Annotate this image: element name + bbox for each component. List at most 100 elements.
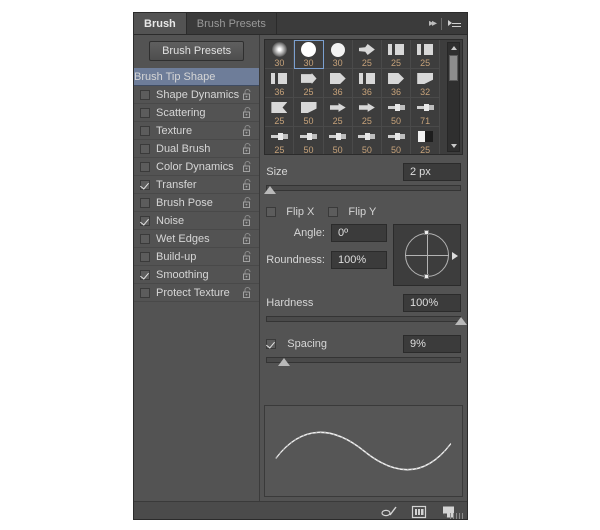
option-noise[interactable]: Noise xyxy=(134,212,260,230)
option-checkbox[interactable] xyxy=(140,125,150,136)
brush-cell[interactable]: 25 xyxy=(352,98,382,127)
hardness-slider-track[interactable] xyxy=(266,316,461,322)
option-transfer[interactable]: Transfer xyxy=(134,176,260,194)
lock-open-icon[interactable] xyxy=(243,251,252,262)
hardness-value-field[interactable]: 100% xyxy=(403,294,461,312)
flip-x-checkbox[interactable] xyxy=(266,207,277,217)
brush-cell[interactable]: 50 xyxy=(382,127,412,154)
spacing-slider-thumb[interactable] xyxy=(277,358,290,366)
brush-cell[interactable]: 50 xyxy=(353,127,382,154)
spacing-slider-track[interactable] xyxy=(266,357,461,363)
angle-roundness-dial[interactable] xyxy=(393,224,461,286)
angle-value-field[interactable]: 0º xyxy=(331,224,387,242)
brush-cell[interactable]: 50 xyxy=(324,127,353,154)
option-checkbox[interactable] xyxy=(140,89,150,100)
lock-open-icon[interactable] xyxy=(243,179,252,190)
panel-menu-icon[interactable] xyxy=(448,18,461,29)
brush-cell[interactable]: 25 xyxy=(265,98,295,127)
brush-presets-panel-icon[interactable] xyxy=(411,505,427,519)
flip-x-control[interactable]: Flip X xyxy=(266,206,314,218)
option-checkbox[interactable] xyxy=(140,143,150,154)
size-slider-thumb[interactable] xyxy=(264,186,277,194)
brush-cell[interactable]: 32 xyxy=(411,69,441,98)
lock-open-icon[interactable] xyxy=(243,215,252,226)
lock-open-icon[interactable] xyxy=(243,161,252,172)
flip-y-checkbox[interactable] xyxy=(328,207,339,217)
lock-open-icon[interactable] xyxy=(243,89,252,100)
brush-grid-scrollbar[interactable] xyxy=(447,42,460,152)
brush-preset-grid[interactable]: 30 30 30 25 25 25 36 25 36 36 36 32 25 5… xyxy=(264,39,463,155)
option-smoothing[interactable]: Smoothing xyxy=(134,266,260,284)
lock-open-icon[interactable] xyxy=(243,269,252,280)
dial-handle-top[interactable] xyxy=(424,230,429,235)
lock-open-icon[interactable] xyxy=(243,233,252,244)
brush-cell[interactable]: 25 xyxy=(294,69,324,98)
option-checkbox[interactable] xyxy=(140,251,150,262)
brush-cell[interactable]: 36 xyxy=(323,69,353,98)
brush-presets-button[interactable]: Brush Presets xyxy=(149,41,245,61)
brush-cell[interactable]: 25 xyxy=(323,98,353,127)
tab-brush-presets[interactable]: Brush Presets xyxy=(186,13,277,34)
option-build-up[interactable]: Build-up xyxy=(134,248,260,266)
lock-open-icon[interactable] xyxy=(243,197,252,208)
size-slider[interactable] xyxy=(264,184,461,196)
brush-cell[interactable]: 36 xyxy=(352,69,382,98)
double-chevron-right-icon[interactable]: ▸▸ xyxy=(429,18,437,29)
option-color-dynamics[interactable]: Color Dynamics xyxy=(134,158,260,176)
brush-cell[interactable]: 30 xyxy=(265,40,295,69)
size-value-field[interactable]: 2 px xyxy=(403,163,461,181)
scroll-up-arrow-icon[interactable] xyxy=(448,43,459,53)
scroll-down-arrow-icon[interactable] xyxy=(448,141,459,151)
brush-size-label: 25 xyxy=(420,58,431,68)
option-shape-dynamics[interactable]: Shape Dynamics xyxy=(134,86,260,104)
option-checkbox[interactable] xyxy=(140,107,150,118)
option-checkbox[interactable] xyxy=(140,287,150,298)
lock-open-icon[interactable] xyxy=(243,287,252,298)
option-label: Brush Tip Shape xyxy=(134,70,216,83)
flip-row: Flip X Flip Y xyxy=(266,206,461,218)
brush-cell[interactable]: 36 xyxy=(381,69,412,98)
brush-cell[interactable]: 25 xyxy=(411,40,441,69)
dial-handle-bottom[interactable] xyxy=(424,274,429,279)
spacing-slider[interactable] xyxy=(266,356,461,368)
lock-open-icon[interactable] xyxy=(243,125,252,136)
brush-cell[interactable]: 25 xyxy=(352,40,382,69)
option-protect-texture[interactable]: Protect Texture xyxy=(134,284,260,302)
lock-open-icon[interactable] xyxy=(243,143,252,154)
option-checkbox[interactable] xyxy=(140,215,150,226)
flip-y-control[interactable]: Flip Y xyxy=(328,206,376,218)
option-checkbox[interactable] xyxy=(140,179,150,190)
brush-cell[interactable]: 50 xyxy=(294,98,324,127)
brush-cell[interactable]: 30 xyxy=(323,40,353,69)
option-checkbox[interactable] xyxy=(140,161,150,172)
brush-cell[interactable]: 25 xyxy=(265,127,295,154)
option-dual-brush[interactable]: Dual Brush xyxy=(134,140,260,158)
tab-brush[interactable]: Brush xyxy=(134,13,187,34)
option-texture[interactable]: Texture xyxy=(134,122,260,140)
option-checkbox[interactable] xyxy=(140,233,150,244)
option-scattering[interactable]: Scattering xyxy=(134,104,260,122)
resize-grip-icon[interactable] xyxy=(450,513,464,519)
brush-cell[interactable]: 50 xyxy=(294,127,324,154)
brush-cell[interactable]: 50 xyxy=(381,98,412,127)
roundness-value-field[interactable]: 100% xyxy=(331,251,387,269)
option-brush-pose[interactable]: Brush Pose xyxy=(134,194,260,212)
option-checkbox[interactable] xyxy=(140,269,150,280)
scrollbar-thumb[interactable] xyxy=(449,55,458,81)
toggle-brush-pressure-icon[interactable] xyxy=(381,505,397,519)
hardness-slider-thumb[interactable] xyxy=(455,317,467,325)
spacing-value-field[interactable]: 9% xyxy=(403,335,461,353)
brush-cell[interactable]: 36 xyxy=(265,69,295,98)
brush-cell[interactable]: 25 xyxy=(411,127,441,154)
brush-cell[interactable]: 71 xyxy=(411,98,441,127)
option-brush-tip-shape[interactable]: Brush Tip Shape xyxy=(134,68,260,86)
brush-cell[interactable]: 25 xyxy=(381,40,412,69)
spacing-checkbox[interactable] xyxy=(266,339,277,349)
option-checkbox[interactable] xyxy=(140,197,150,208)
option-wet-edges[interactable]: Wet Edges xyxy=(134,230,260,248)
size-slider-track[interactable] xyxy=(266,185,461,191)
hardness-slider[interactable] xyxy=(266,315,467,327)
brush-cell-selected[interactable]: 30 xyxy=(294,40,324,69)
lock-open-icon[interactable] xyxy=(243,107,252,118)
dial-angle-arrow-icon[interactable] xyxy=(452,252,458,260)
